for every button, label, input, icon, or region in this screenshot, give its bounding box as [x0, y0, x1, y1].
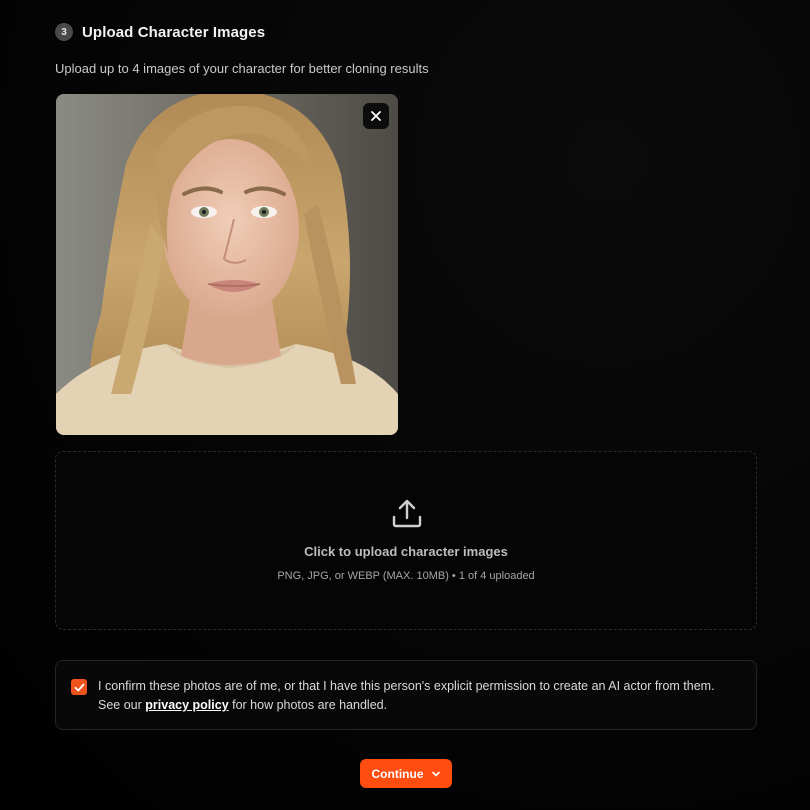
uploaded-image-thumbnail — [56, 94, 398, 435]
consent-box: I confirm these photos are of me, or tha… — [55, 660, 757, 730]
character-photo — [56, 94, 398, 435]
close-icon — [371, 111, 381, 121]
checkmark-icon — [74, 683, 84, 691]
consent-checkbox[interactable] — [71, 679, 87, 695]
step-subtitle: Upload up to 4 images of your character … — [55, 61, 429, 76]
remove-image-button[interactable] — [363, 103, 389, 129]
step-title: Upload Character Images — [82, 23, 266, 41]
dropzone-title: Click to upload character images — [304, 544, 508, 559]
upload-icon — [392, 499, 422, 528]
continue-button[interactable]: Continue — [360, 759, 452, 788]
consent-text-after: for how photos are handled. — [228, 698, 388, 712]
character-upload-step: 3 Upload Character Images Upload up to 4… — [0, 0, 810, 810]
step-header: 3 Upload Character Images — [55, 23, 265, 41]
consent-text: I confirm these photos are of me, or tha… — [98, 677, 738, 715]
upload-dropzone[interactable]: Click to upload character images PNG, JP… — [55, 451, 757, 630]
dropzone-hint: PNG, JPG, or WEBP (MAX. 10MB) • 1 of 4 u… — [277, 570, 535, 582]
chevron-down-icon — [431, 771, 440, 776]
privacy-policy-link[interactable]: privacy policy — [145, 698, 228, 712]
continue-button-label: Continue — [371, 766, 424, 781]
step-number-badge: 3 — [55, 23, 73, 41]
